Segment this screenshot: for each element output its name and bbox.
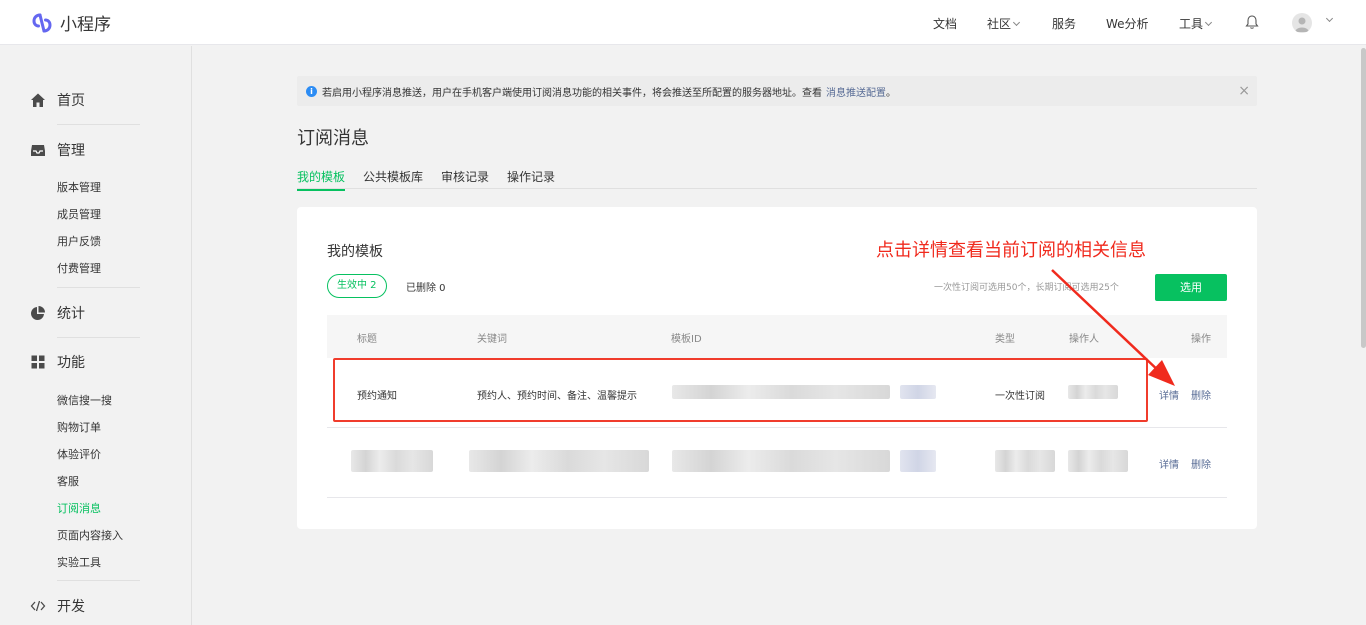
code-icon [30,600,46,612]
nav-community-label: 社区 [987,17,1012,31]
pie-chart-icon [31,306,45,320]
sidebar-item-label: 功能 [57,355,85,371]
col-actions: 操作 [1191,334,1211,345]
nav-docs[interactable]: 文档 [933,15,957,32]
nav-tools-label: 工具 [1179,17,1204,31]
delete-link[interactable]: 删除 [1191,387,1211,402]
info-icon: i [306,85,317,97]
grid-icon [31,355,45,369]
blurred-type [995,450,1055,472]
logo[interactable]: 小程序 [30,10,111,35]
home-icon [31,93,45,107]
tab-operation-records[interactable]: 操作记录 [507,168,555,189]
filter-active-badge[interactable]: 生效中 2 [327,274,387,298]
tab-public-templates[interactable]: 公共模板库 [363,168,423,189]
blurred-template-id [900,450,936,472]
notice-text: 若启用小程序消息推送，用户在手机客户端使用订阅消息功能的相关事件，将会推送至所配… [322,87,822,99]
col-keywords: 关键词 [477,334,507,345]
nav-tools[interactable]: 工具 [1179,15,1213,32]
sidebar-item-label: 管理 [57,143,85,159]
sidebar-item-experiment[interactable]: 实验工具 [57,554,101,570]
sidebar-item-reviews[interactable]: 体验评价 [57,446,101,462]
sidebar-item-home[interactable]: 首页 [30,90,85,110]
page-title: 订阅消息 [297,128,369,149]
sidebar-item-label: 开发 [57,599,85,615]
notice-suffix: 。 [886,87,896,99]
sidebar-item-subscription[interactable]: 订阅消息 [57,500,101,516]
sidebar-item-features[interactable]: 功能 [30,352,85,372]
table-row: 详情 删除 [327,428,1227,498]
chevron-down-icon [1012,18,1021,27]
sidebar-item-page-content[interactable]: 页面内容接入 [57,527,123,543]
tab-my-templates[interactable]: 我的模板 [297,168,346,191]
blurred-operator [1068,450,1128,472]
sidebar-item-members[interactable]: 成员管理 [57,206,101,222]
annotation-arrow-icon [1051,269,1175,386]
chevron-down-icon[interactable] [1325,14,1334,23]
sidebar-item-payment[interactable]: 付费管理 [57,260,101,276]
sidebar-item-label: 统计 [57,306,85,322]
sidebar-divider [57,337,140,338]
avatar[interactable] [1292,13,1312,33]
blurred-template-id [672,450,890,472]
blurred-title [351,450,433,472]
col-type: 类型 [995,334,1015,345]
detail-link[interactable]: 详情 [1159,456,1179,471]
nav-community[interactable]: 社区 [987,15,1021,32]
user-icon [1295,17,1309,32]
sidebar-item-stats[interactable]: 统计 [30,303,85,323]
sidebar-item-customer-service[interactable]: 客服 [57,473,79,489]
sidebar-item-orders[interactable]: 购物订单 [57,419,101,435]
sidebar-item-label: 首页 [57,93,85,109]
tab-review-records[interactable]: 审核记录 [441,168,489,189]
sidebar-item-manage[interactable]: 管理 [30,140,85,160]
sidebar-item-version[interactable]: 版本管理 [57,179,101,195]
top-bar: 小程序 文档 社区 服务 We分析 工具 [0,0,1366,45]
filter-deleted[interactable]: 已删除 0 [406,279,446,294]
annotation-text: 点击详情查看当前订阅的相关信息 [876,240,1146,261]
sidebar-item-dev[interactable]: 开发 [30,596,85,616]
sidebar-item-wechat-search[interactable]: 微信搜一搜 [57,392,112,408]
col-title: 标题 [357,334,377,345]
notice-link[interactable]: 消息推送配置 [826,84,886,99]
chevron-down-icon [1204,18,1213,27]
nav-services[interactable]: 服务 [1052,15,1076,32]
blurred-keywords [469,450,649,472]
sidebar-divider [57,124,140,125]
nav-we-analytics[interactable]: We分析 [1106,15,1149,32]
sidebar-divider [57,287,140,288]
close-icon[interactable]: × [1238,83,1250,99]
delete-link[interactable]: 删除 [1191,456,1211,471]
sidebar-item-feedback[interactable]: 用户反馈 [57,233,101,249]
highlight-box [333,358,1148,422]
bell-icon[interactable] [1244,14,1260,30]
app-name: 小程序 [60,15,111,35]
notice-banner: i 若启用小程序消息推送，用户在手机客户端使用订阅消息功能的相关事件，将会推送至… [297,76,1257,106]
inbox-icon [31,145,45,156]
tab-bar: 我的模板 公共模板库 审核记录 操作记录 [297,168,1257,191]
miniprogram-logo-icon [32,13,52,32]
sidebar-divider [57,580,140,581]
card-title: 我的模板 [327,244,383,260]
scrollbar-thumb[interactable] [1361,48,1366,348]
col-template-id: 模板ID [671,334,702,345]
